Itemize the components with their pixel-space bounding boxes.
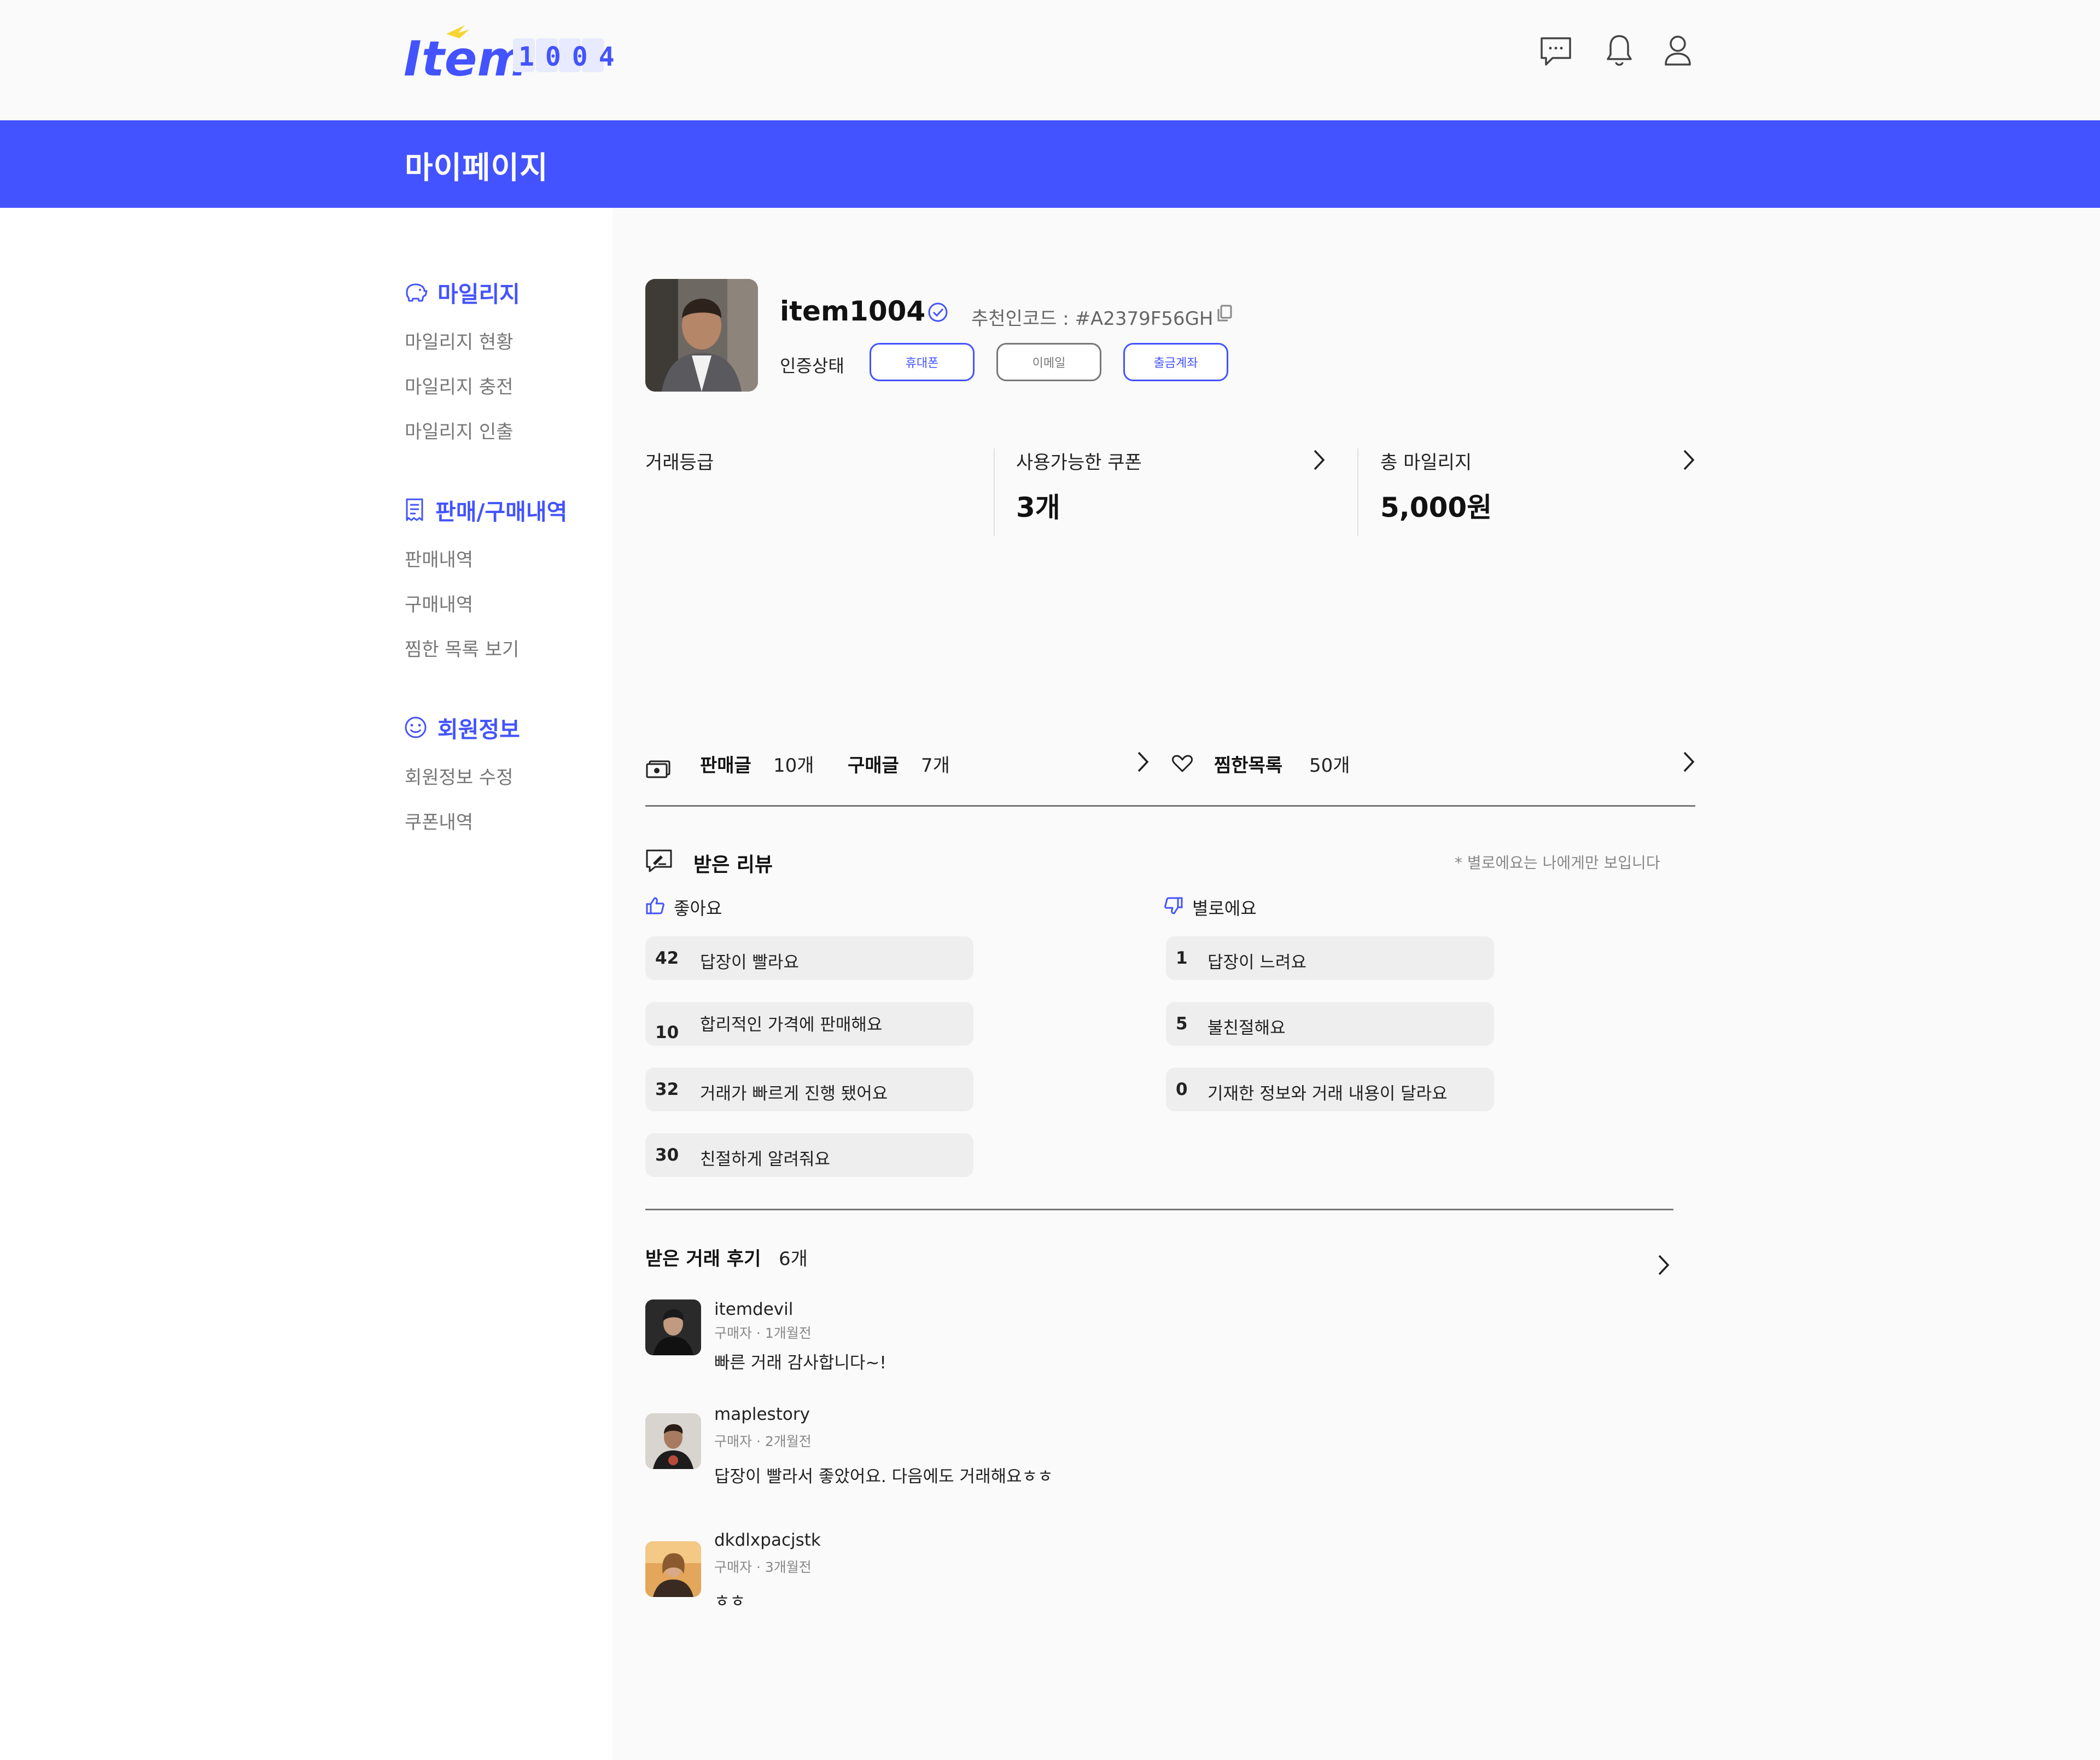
top-header xyxy=(0,0,2100,120)
copy-icon[interactable] xyxy=(1216,304,1233,325)
mileage-label: 총 마일리지 xyxy=(1380,452,1472,474)
sidebar-item-coupons[interactable]: 쿠폰내역 xyxy=(405,807,473,834)
smile-icon xyxy=(405,716,427,738)
profile-avatar xyxy=(645,279,758,392)
coupon-label: 사용가능한 쿠폰 xyxy=(1016,452,1142,474)
verify-status-label: 인증상태 xyxy=(780,356,844,376)
bad-review-item: 5 불친절해요 xyxy=(1166,1002,1494,1046)
referral-code: 추천인코드 : #A2379F56GH xyxy=(971,308,1214,330)
mileage-chevron-right-icon[interactable] xyxy=(1682,448,1695,474)
reviewer-avatar xyxy=(645,1413,701,1469)
good-review-item: 30 친절하게 알려줘요 xyxy=(645,1133,973,1177)
wishlist-label[interactable]: 찜한목록 xyxy=(1214,750,1282,777)
heart-icon xyxy=(1171,754,1193,776)
logo-word: Item xyxy=(404,31,527,82)
good-review-item: 10 합리적인 가격에 판매해요 xyxy=(645,1002,973,1046)
divider xyxy=(645,1209,1673,1210)
user-icon[interactable] xyxy=(1664,34,1692,67)
page-title: 마이페이지 xyxy=(405,150,549,186)
money-icon xyxy=(645,759,672,781)
receipt-icon xyxy=(406,498,423,521)
good-review-item: 42 답장이 빨라요 xyxy=(645,936,973,980)
site-logo[interactable]: Item 1004 xyxy=(404,22,622,87)
sidebar-item-mileage-withdraw[interactable]: 마일리지 인출 xyxy=(405,417,514,444)
review-text: 빠른 거래 감사합니다~! xyxy=(714,1353,886,1373)
sell-posts-label[interactable]: 판매글 xyxy=(700,750,751,777)
reviewer-name[interactable]: maplestory xyxy=(714,1404,810,1424)
divider xyxy=(1357,448,1358,536)
reviewer-meta: 구매자 · 1개월전 xyxy=(714,1325,812,1341)
sidebar-item-purchases[interactable]: 구매내역 xyxy=(405,590,473,616)
bad-label: 별로에요 xyxy=(1192,898,1257,919)
page-banner xyxy=(0,120,2100,208)
trade-reviews-title: 받은 거래 후기 xyxy=(645,1248,761,1270)
sidebar-item-wishlist[interactable]: 찜한 목록 보기 xyxy=(405,634,519,661)
divider xyxy=(994,448,995,536)
buy-posts-count: 7개 xyxy=(921,755,950,777)
piggy-bank-icon xyxy=(406,283,428,302)
reviewer-name[interactable]: dkdlxpacjstk xyxy=(714,1530,821,1550)
verify-phone-button[interactable]: 휴대폰 xyxy=(870,343,975,381)
verify-account-button[interactable]: 출금계좌 xyxy=(1123,343,1228,381)
profile-username: item1004 xyxy=(780,295,926,327)
good-label: 좋아요 xyxy=(674,898,722,919)
sidebar-section-title: 판매/구매내역 xyxy=(435,499,568,525)
sidebar-item-mileage-status[interactable]: 마일리지 현황 xyxy=(405,327,514,354)
bell-icon[interactable] xyxy=(1606,34,1633,68)
sidebar-section-mileage[interactable]: 마일리지 xyxy=(404,276,520,308)
sidebar-item-sales[interactable]: 판매내역 xyxy=(405,545,473,572)
main-content xyxy=(612,208,2100,1760)
reviewer-meta: 구매자 · 2개월전 xyxy=(714,1433,812,1449)
reviews-note: * 별로에요는 나에게만 보입니다 xyxy=(1455,854,1660,872)
logo-number: 1004 xyxy=(518,42,622,72)
sidebar-section-title: 마일리지 xyxy=(438,281,520,307)
sidebar-item-mileage-charge[interactable]: 마일리지 충전 xyxy=(405,372,514,399)
reviewer-name[interactable]: itemdevil xyxy=(714,1299,793,1319)
verified-icon xyxy=(928,302,948,325)
trade-reviews-count: 6개 xyxy=(779,1248,808,1270)
trade-reviews-chevron-right-icon[interactable] xyxy=(1657,1254,1670,1279)
reviewer-avatar xyxy=(645,1541,701,1597)
divider xyxy=(645,805,1695,807)
coupon-chevron-right-icon[interactable] xyxy=(1312,448,1326,474)
sell-posts-count: 10개 xyxy=(773,755,814,777)
reviewer-meta: 구매자 · 3개월전 xyxy=(714,1559,812,1575)
reviews-title: 받은 리뷰 xyxy=(693,854,773,876)
review-text: 답장이 빨라서 좋았어요. 다음에도 거래해요ㅎㅎ xyxy=(714,1467,1053,1487)
buy-posts-label[interactable]: 구매글 xyxy=(848,750,899,777)
review-text: ㅎㅎ xyxy=(714,1592,746,1611)
sidebar-section-member[interactable]: 회원정보 xyxy=(404,711,520,744)
grade-label: 거래등급 xyxy=(645,452,714,474)
chat-icon[interactable] xyxy=(1539,36,1572,67)
good-review-item: 32 거래가 빠르게 진행 됐어요 xyxy=(645,1068,973,1111)
posts-chevron-right-icon[interactable] xyxy=(1136,750,1150,776)
thumbs-down-icon xyxy=(1164,896,1183,918)
sidebar-section-trades[interactable]: 판매/구매내역 xyxy=(404,493,567,526)
bad-review-item: 1 답장이 느려요 xyxy=(1166,936,1494,980)
reviewer-avatar xyxy=(645,1299,701,1355)
verify-email-button[interactable]: 이메일 xyxy=(996,343,1101,381)
mileage-value: 5,000원 xyxy=(1380,492,1492,523)
sidebar-section-title: 회원정보 xyxy=(438,716,520,743)
sidebar-item-edit-profile[interactable]: 회원정보 수정 xyxy=(405,762,514,789)
bad-review-item: 0 기재한 정보와 거래 내용이 달라요 xyxy=(1166,1068,1494,1111)
review-icon xyxy=(645,849,673,875)
sidebar: 마일리지 마일리지 현황 마일리지 충전 마일리지 인출 판매/구매내역 판매내… xyxy=(0,208,612,1760)
thumbs-up-icon xyxy=(645,896,665,918)
wishlist-count: 50개 xyxy=(1309,755,1350,777)
wishlist-chevron-right-icon[interactable] xyxy=(1682,750,1695,776)
coupon-value: 3개 xyxy=(1016,492,1060,523)
